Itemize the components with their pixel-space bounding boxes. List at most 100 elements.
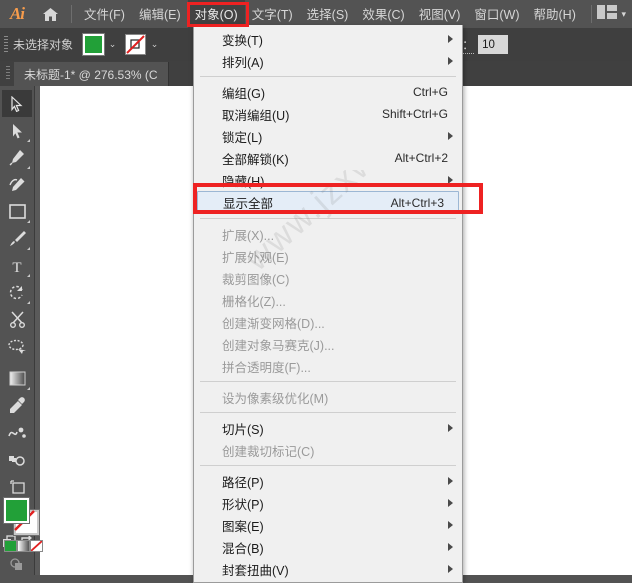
menu-item-4-1: 创建裁切标记(C) [194,439,462,461]
tabstrip-drag-grip[interactable] [6,66,10,81]
menu-item-5-1[interactable]: 形状(P) [194,492,462,514]
blend-tool[interactable] [2,419,32,446]
color-mode-buttons [4,540,43,552]
menu-item-label: 变换(T) [222,33,263,48]
menu-item-label: 拼合透明度(F)... [222,360,311,375]
menu-item-1-3[interactable]: 全部解锁(K) Alt+Ctrl+2 [194,147,462,169]
menu-item-2-2: 裁剪图像(C) [194,267,462,289]
menubar-item-6[interactable]: 视图(V) [412,0,468,28]
flyout-indicator-icon[interactable] [27,139,30,142]
flyout-indicator-icon[interactable] [27,301,30,304]
workspace-switcher[interactable]: ▾ [586,4,632,24]
menu-item-label: 切片(S) [222,422,264,437]
menu-item-label: 形状(P) [222,497,264,512]
flyout-indicator-icon[interactable] [27,220,30,223]
flyout-indicator-icon[interactable] [27,166,30,169]
menubar-item-0[interactable]: 文件(F) [77,0,132,28]
stroke-swatch-none[interactable] [125,34,147,55]
menu-item-5-2[interactable]: 图案(E) [194,514,462,536]
stroke-color-control[interactable]: ⌄ [125,34,163,55]
color-mode-color-icon[interactable] [4,540,17,552]
menu-item-label: 创建渐变网格(D)... [222,316,325,331]
menu-item-label: 裁剪图像(C) [222,272,290,287]
flyout-indicator-icon[interactable] [27,387,30,390]
menubar-item-4[interactable]: 选择(S) [300,0,356,28]
submenu-arrow-icon [448,543,453,551]
menu-item-1-2[interactable]: 锁定(L) [194,125,462,147]
menu-item-1-5[interactable]: 显示全部 Alt+Ctrl+3 [197,191,459,214]
flyout-indicator-icon[interactable] [27,274,30,277]
menubar-item-5[interactable]: 效果(C) [355,0,411,28]
menu-separator [200,381,456,382]
menubar-item-8[interactable]: 帮助(H) [527,0,583,28]
menu-item-label: 显示全部 [223,197,274,211]
menubar-item-1[interactable]: 编辑(E) [132,0,188,28]
menubar-item-3[interactable]: 文字(T) [245,0,300,28]
object-menu-dropdown[interactable]: 变换(T) 排列(A) 编组(G) Ctrl+G 取消编组(U) Shift+Ctrl+G… [193,25,463,583]
menubar-divider [71,5,72,23]
direct-selection-tool[interactable] [2,117,32,144]
screen-mode-icon[interactable] [10,558,24,576]
menu-item-shortcut: Ctrl+G [412,85,448,99]
menu-item-0-1[interactable]: 排列(A) [194,50,462,72]
color-mode-gradient-icon[interactable] [17,540,30,552]
rotate-tool[interactable] [2,279,32,306]
toolbar-fill-swatch[interactable] [4,498,29,523]
menu-item-4-0[interactable]: 切片(S) [194,417,462,439]
menu-item-1-0[interactable]: 编组(G) Ctrl+G [194,81,462,103]
lasso-tool[interactable] [2,333,32,360]
menu-item-5-3[interactable]: 混合(B) [194,536,462,558]
submenu-arrow-icon [448,521,453,529]
menu-item-1-1[interactable]: 取消编组(U) Shift+Ctrl+G [194,103,462,125]
controlbar-drag-grip[interactable] [4,36,8,53]
menu-item-label: 排列(A) [222,55,264,70]
shape-builder-tool[interactable] [2,446,32,473]
menu-item-label: 取消编组(U) [222,108,290,123]
home-icon[interactable] [34,0,66,28]
chevron-down-icon[interactable]: ▾ [621,9,626,20]
flyout-indicator-icon[interactable] [27,247,30,250]
menu-item-5-4[interactable]: 封套扭曲(V) [194,558,462,580]
menu-item-label: 隐藏(H) [222,174,265,189]
fill-color-control[interactable]: ⌄ [82,33,121,56]
menu-item-label: 图案(E) [222,519,264,534]
menu-item-0-0[interactable]: 变换(T) [194,28,462,50]
menubar-item-2[interactable]: 对象(O) [187,0,245,28]
menu-item-1-4[interactable]: 隐藏(H) [194,169,462,191]
menu-item-2-4: 创建渐变网格(D)... [194,311,462,333]
color-mode-none-icon[interactable] [30,540,43,552]
fill-stroke-controls [0,488,43,576]
curvature-tool[interactable] [2,171,32,198]
menu-item-2-3: 栅格化(Z)... [194,289,462,311]
menu-item-shortcut: Shift+Ctrl+G [381,107,448,121]
scissors-tool[interactable] [2,306,32,333]
submenu-arrow-icon [448,477,453,485]
menubar-item-7[interactable]: 窗口(W) [467,0,526,28]
gradient-tool[interactable] [2,365,32,392]
menu-item-label: 创建对象马赛克(J)... [222,338,335,353]
menu-separator [200,218,456,219]
menu-item-label: 路径(P) [222,475,264,490]
paintbrush-tool[interactable] [2,225,32,252]
menu-item-shortcut: Alt+Ctrl+2 [394,151,448,165]
stroke-chevron-down-icon[interactable]: ⌄ [146,34,163,55]
eyedropper-tool[interactable] [2,392,32,419]
pen-tool[interactable] [2,144,32,171]
document-tab[interactable]: 未标题-1* @ 276.53% (C [14,62,169,86]
menu-separator [200,465,456,466]
opacity-input[interactable]: 10 [478,35,509,54]
fill-chevron-down-icon[interactable]: ⌄ [104,34,121,55]
selection-tool[interactable] [2,90,32,117]
illustrator-logo-icon: Ai [9,4,25,23]
menu-item-label: 扩展(X)... [222,228,275,243]
submenu-arrow-icon [448,424,453,432]
menu-item-label: 扩展外观(E) [222,250,289,265]
menu-item-5-0[interactable]: 路径(P) [194,470,462,492]
type-tool[interactable]: T [2,252,32,279]
submenu-arrow-icon [448,176,453,184]
menu-item-2-0: 扩展(X)... [194,223,462,245]
rectangle-tool[interactable] [2,198,32,225]
fill-swatch[interactable] [82,33,106,56]
menu-separator [200,412,456,413]
menu-item-label: 编组(G) [222,86,266,101]
